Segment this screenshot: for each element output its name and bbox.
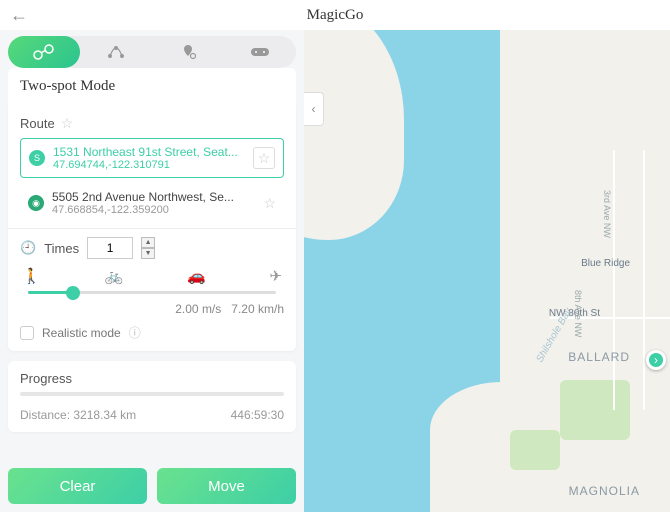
speed-slider[interactable]	[28, 291, 276, 294]
car-icon: 🚗	[187, 267, 206, 285]
end-pin-icon: ◉	[28, 195, 44, 211]
distance-label: Distance:	[20, 408, 70, 422]
gamepad-icon	[249, 45, 271, 59]
info-icon[interactable]: ⓘ	[129, 324, 141, 341]
favorite-stop-icon[interactable]: ☆	[253, 147, 275, 169]
sidebar: Two-spot Mode Route ☆ S 1531 Northeast 9…	[0, 30, 304, 512]
tab-multi-spot[interactable]	[80, 36, 152, 68]
mode-title: Two-spot Mode	[8, 68, 296, 105]
progress-header: Progress	[20, 371, 284, 386]
route-stop[interactable]: S 1531 Northeast 91st Street, Seat... 47…	[20, 138, 284, 178]
route-header: Route	[20, 116, 55, 131]
start-pin-icon: S	[29, 150, 45, 166]
map-marker[interactable]: ›	[646, 350, 666, 370]
app-title: MagicGo	[307, 7, 364, 24]
tab-joystick[interactable]	[224, 36, 296, 68]
walk-icon: 🚶	[22, 267, 41, 285]
favorite-stop-icon[interactable]: ☆	[263, 195, 276, 212]
map-label: Blue Ridge	[581, 258, 630, 269]
route-stop[interactable]: ◉ 5505 2nd Avenue Northwest, Se... 47.66…	[20, 184, 284, 222]
times-up[interactable]: ▲	[141, 237, 155, 248]
stop-address: 1531 Northeast 91st Street, Seat...	[53, 145, 245, 159]
times-down[interactable]: ▼	[141, 248, 155, 259]
stop-coords: 47.694744,-122.310791	[53, 159, 245, 171]
pin-jump-icon	[179, 43, 197, 61]
stop-address: 5505 2nd Avenue Northwest, Se...	[52, 190, 255, 204]
collapse-sidebar-button[interactable]: ‹	[304, 92, 324, 126]
realistic-checkbox[interactable]	[20, 326, 34, 340]
plane-icon: ✈	[269, 267, 282, 285]
back-button[interactable]: ←	[10, 5, 28, 26]
route-ab-icon	[33, 44, 55, 60]
move-button[interactable]: Move	[157, 468, 296, 504]
bike-icon: 🚲	[104, 267, 123, 285]
map-label: MAGNOLIA	[569, 484, 640, 498]
map[interactable]: Blue Ridge NW 80th St BALLARD MAGNOLIA S…	[304, 30, 670, 512]
route-card: Route ☆ S 1531 Northeast 91st Street, Se…	[8, 105, 296, 351]
times-input[interactable]	[87, 237, 133, 259]
map-label: 3rd Ave NW	[602, 190, 612, 238]
speed-ms: 2.00 m/s	[175, 302, 221, 316]
progress-card: Progress Distance: 3218.34 km 446:59:30	[8, 361, 296, 432]
distance-value: 3218.34 km	[73, 408, 136, 422]
favorite-route-icon[interactable]: ☆	[61, 115, 74, 132]
stop-coords: 47.668854,-122.359200	[52, 204, 255, 216]
times-label: Times	[44, 241, 79, 256]
map-label: 8th Ave NW	[573, 290, 583, 337]
waypoints-icon	[106, 44, 126, 60]
tab-two-spot[interactable]	[8, 36, 80, 68]
clear-button[interactable]: Clear	[8, 468, 147, 504]
mode-tabs	[8, 36, 296, 68]
tab-teleport[interactable]	[152, 36, 224, 68]
map-label: BALLARD	[568, 350, 630, 364]
realistic-label: Realistic mode	[42, 326, 121, 340]
slider-thumb[interactable]	[66, 286, 80, 300]
elapsed-time: 446:59:30	[231, 408, 284, 422]
progress-bar	[20, 392, 284, 396]
clock-icon: 🕘	[20, 240, 36, 256]
speed-kmh: 7.20 km/h	[231, 302, 284, 316]
